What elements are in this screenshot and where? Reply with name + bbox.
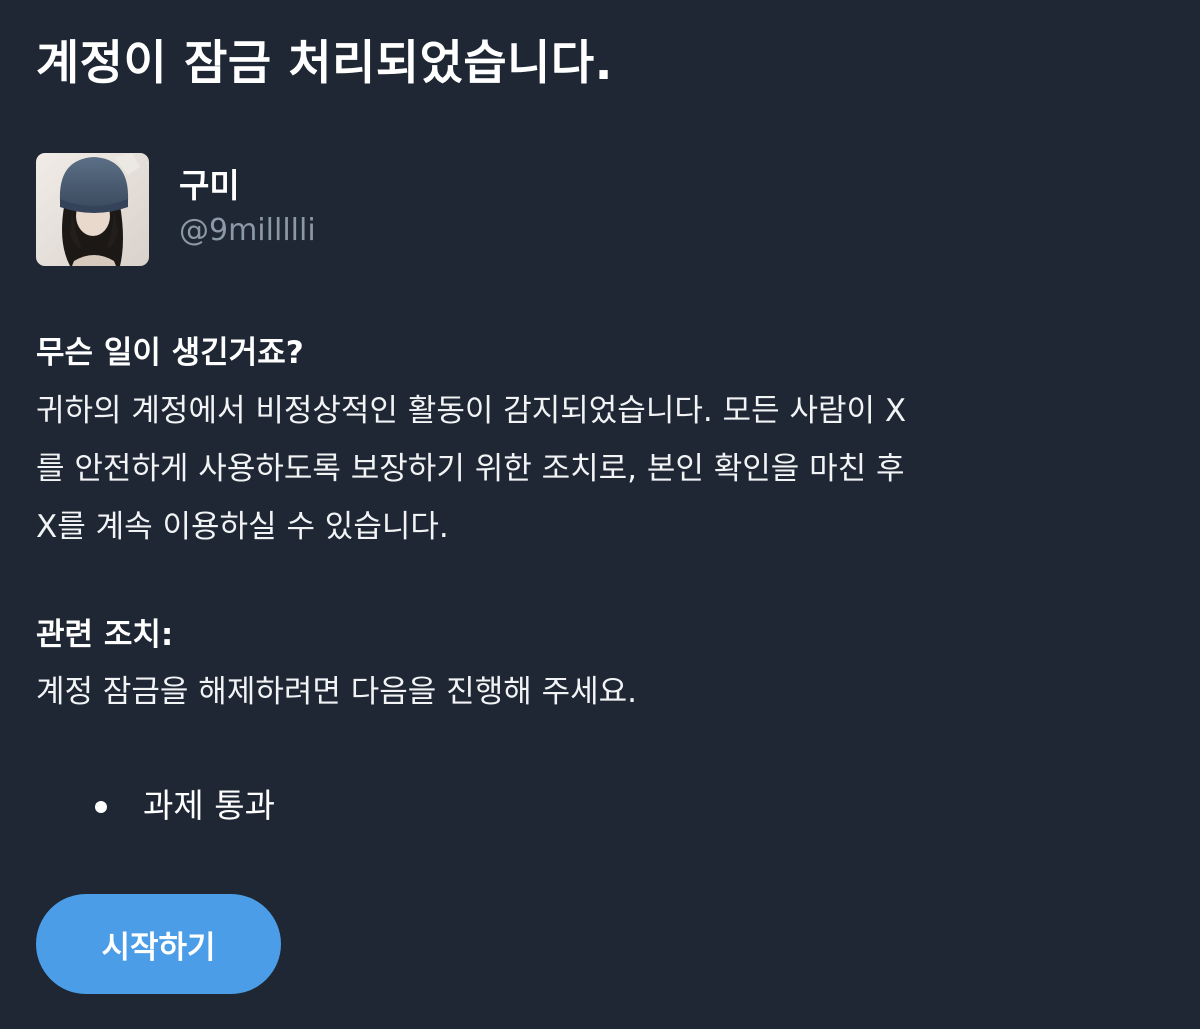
bullet-icon — [95, 801, 107, 813]
related-action-heading: 관련 조치: — [36, 617, 174, 653]
what-happened-heading: 무슨 일이 생긴거죠? — [36, 335, 304, 371]
avatar-photo — [36, 153, 149, 266]
what-happened-line: 귀하의 계정에서 비정상적인 활동이 감지되었습니다. 모든 사람이 X — [36, 393, 907, 429]
start-button[interactable]: 시작하기 — [36, 894, 281, 994]
user-handle: @9millllli — [179, 213, 316, 248]
what-happened-body: 귀하의 계정에서 비정상적인 활동이 감지되었습니다. 모든 사람이 X 를 안… — [36, 382, 1166, 556]
task-label: 과제 통과 — [143, 786, 275, 825]
list-item: 과제 통과 — [36, 776, 275, 836]
task-list: 과제 통과 — [36, 776, 275, 836]
what-happened-line: 를 안전하게 사용하도록 보장하기 위한 조치로, 본인 확인을 마친 후 — [36, 451, 905, 487]
display-name: 구미 — [179, 166, 240, 205]
account-profile: 구미 @9millllli — [36, 153, 636, 266]
avatar — [36, 153, 149, 266]
page-title: 계정이 잠금 처리되었습니다. — [36, 36, 613, 91]
related-action-body: 계정 잠금을 해제하려면 다음을 진행해 주세요. — [36, 674, 638, 710]
what-happened-line: X를 계속 이용하실 수 있습니다. — [36, 509, 449, 545]
